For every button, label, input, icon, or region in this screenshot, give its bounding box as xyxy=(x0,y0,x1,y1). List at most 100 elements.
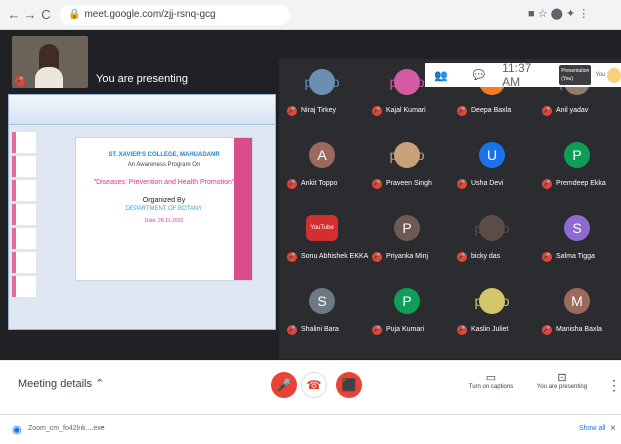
slide-thumbnail[interactable] xyxy=(12,204,36,225)
presentation-chip-bottom: (You) xyxy=(561,76,573,82)
muted-mic-icon: 🎤 xyxy=(542,252,552,262)
present-icon: ⊡ xyxy=(557,372,567,384)
presenting-button[interactable]: ⊡ You are presenting xyxy=(534,371,590,390)
meeting-clock: 11:37 AM xyxy=(502,61,532,89)
participant-avatar: photo xyxy=(474,288,510,314)
participant-tile[interactable]: P 🎤 Priyanka Minj xyxy=(364,205,449,265)
browser-toolbar: ← → C 🔒 meet.google.com/zjj-rsnq-gcg ■ ☆… xyxy=(0,0,621,30)
participant-tile[interactable]: P 🎤 Premdeep Ekka xyxy=(534,132,619,192)
self-video-body xyxy=(35,67,63,88)
participant-tile[interactable]: A 🎤 Ankit Toppo xyxy=(279,132,364,192)
participant-avatar: S xyxy=(309,288,335,314)
participant-tile[interactable]: photo 🎤 Kaslin Juliet xyxy=(449,278,534,338)
chat-icon[interactable]: 💬 xyxy=(473,70,485,81)
muted-mic-icon: 🎤 xyxy=(457,179,467,189)
self-video-tile: 🎤 xyxy=(12,36,88,88)
participant-avatar: U xyxy=(479,142,505,168)
participants-icon[interactable]: 👥 xyxy=(434,69,448,82)
slide-thumbnail[interactable] xyxy=(12,228,36,249)
slide-topic: "Diseases: Prevention and Health Promoti… xyxy=(93,179,235,186)
muted-mic-icon: 🎤 xyxy=(287,325,297,335)
participant-tile[interactable]: YouTube 🎤 Sonu Abhishek EKKA xyxy=(279,205,368,265)
meeting-details-button[interactable]: Meeting details ⌃ xyxy=(18,377,104,390)
muted-mic-icon: 🎤 xyxy=(457,325,467,335)
participant-avatar: photo xyxy=(474,215,510,241)
forward-icon[interactable]: → xyxy=(22,7,38,22)
muted-mic-icon: 🎤 xyxy=(457,252,467,262)
participant-avatar: A xyxy=(309,142,335,168)
participant-avatar: photo xyxy=(304,69,340,95)
participant-avatar: photo xyxy=(389,142,425,168)
slide-thumbnail[interactable] xyxy=(12,276,36,297)
muted-mic-icon: 🎤 xyxy=(372,252,382,262)
participant-tile[interactable]: photo 🎤 bicky das xyxy=(449,205,534,265)
presenting-status-label: You are presenting xyxy=(536,384,588,390)
more-options-button[interactable]: ⋮ xyxy=(607,377,621,394)
captions-button[interactable]: ▭ Turn on captions xyxy=(468,371,514,390)
participant-name: Salma Tigga xyxy=(556,253,595,260)
download-chevron-icon[interactable]: ⌃ xyxy=(99,425,106,434)
close-icon[interactable]: × xyxy=(610,423,616,434)
slide-department: DEPARTMENT OF BOTANY xyxy=(125,206,203,212)
meeting-controls: Meeting details ⌃ 🎤 ☎ ⬛ ▭ Turn on captio… xyxy=(0,360,621,408)
office-ribbon xyxy=(9,95,275,125)
extension-icons[interactable]: ■ ☆ ⬤ ✦ ⋮ xyxy=(528,7,589,20)
muted-mic-icon: 🎤 xyxy=(372,106,382,116)
participant-tile[interactable]: P 🎤 Puja Kumari xyxy=(364,278,449,338)
self-mute-icon: 🎤 xyxy=(15,76,25,86)
participant-tile[interactable]: S 🎤 Salma Tigga xyxy=(534,205,619,265)
back-icon[interactable]: ← xyxy=(6,7,22,22)
muted-mic-icon: 🎤 xyxy=(542,325,552,335)
slide-thumbnail[interactable] xyxy=(12,156,36,177)
muted-mic-icon: 🎤 xyxy=(372,325,382,335)
mic-button[interactable]: 🎤 xyxy=(271,372,297,398)
participant-name: Manisha Baxla xyxy=(556,326,602,333)
download-bar: ◉ Zoom_cm_fo42lnk....exe ⌃ Show all × xyxy=(0,414,621,444)
participant-grid: photo🎤Niraj Tirkeyphoto🎤Kajal KumariD🎤De… xyxy=(279,59,621,359)
muted-mic-icon: 🎤 xyxy=(287,179,297,189)
participant-name: Ankit Toppo xyxy=(301,180,338,187)
you-label: You xyxy=(595,72,606,78)
slide-college: ST. XAVIER'S COLLEGE, MAHUADANR xyxy=(108,152,220,158)
captions-label: Turn on captions xyxy=(468,384,514,390)
participant-avatar: P xyxy=(394,215,420,241)
meeting-details-label: Meeting details xyxy=(18,378,92,390)
current-slide: ST. XAVIER'S COLLEGE, MAHUADANR An Aware… xyxy=(75,137,253,281)
slide-organized: Organized By xyxy=(142,197,186,204)
presenting-label: You are presenting xyxy=(96,73,188,85)
meeting-stage: 🎤 You are presenting ST. XAVIER'S COLLEG… xyxy=(0,30,621,360)
participant-name: Usha Devi xyxy=(471,180,504,187)
slide-thumbnail[interactable] xyxy=(12,252,36,273)
participant-tile[interactable]: photo 🎤 Niraj Tirkey xyxy=(279,59,364,119)
participant-name: Shalini Bara xyxy=(301,326,339,333)
reload-icon[interactable]: C xyxy=(38,7,54,22)
participant-name: Kaslin Juliet xyxy=(471,326,509,333)
participant-name: Puja Kumari xyxy=(386,326,425,333)
url-text: meet.google.com/zjj-rsnq-gcg xyxy=(84,9,216,20)
presentation-chip[interactable]: Presentation (You) xyxy=(559,65,592,85)
participant-avatar: photo xyxy=(389,69,425,95)
presentation-chip-top: Presentation xyxy=(561,68,590,74)
muted-mic-icon: 🎤 xyxy=(287,106,297,116)
muted-mic-icon: 🎤 xyxy=(542,179,552,189)
participant-name: Kajal Kumari xyxy=(386,107,426,114)
download-file-name[interactable]: Zoom_cm_fo42lnk....exe xyxy=(28,425,105,432)
participant-name: Praveen Singh xyxy=(386,180,432,187)
user-avatar[interactable] xyxy=(607,67,621,83)
address-bar[interactable]: 🔒 meet.google.com/zjj-rsnq-gcg xyxy=(60,4,290,25)
participant-avatar: P xyxy=(564,142,590,168)
participant-tile[interactable]: photo 🎤 Praveen Singh xyxy=(364,132,449,192)
muted-mic-icon: 🎤 xyxy=(372,179,382,189)
slide-thumbnail[interactable] xyxy=(12,180,36,201)
slide-thumbnail[interactable] xyxy=(12,132,36,153)
presentation-window: ST. XAVIER'S COLLEGE, MAHUADANR An Aware… xyxy=(8,94,276,330)
hangup-button[interactable]: ☎ xyxy=(301,372,327,398)
participant-name: Anil yadav xyxy=(556,107,589,114)
show-all-link[interactable]: Show all xyxy=(579,425,605,432)
participant-tile[interactable]: S 🎤 Shalini Bara xyxy=(279,278,364,338)
participant-name: Sonu Abhishek EKKA xyxy=(301,253,369,260)
participant-tile[interactable]: U 🎤 Usha Devi xyxy=(449,132,534,192)
camera-button[interactable]: ⬛ xyxy=(336,372,362,398)
participant-tile[interactable]: M 🎤 Manisha Baxla xyxy=(534,278,619,338)
muted-mic-icon: 🎤 xyxy=(457,106,467,116)
